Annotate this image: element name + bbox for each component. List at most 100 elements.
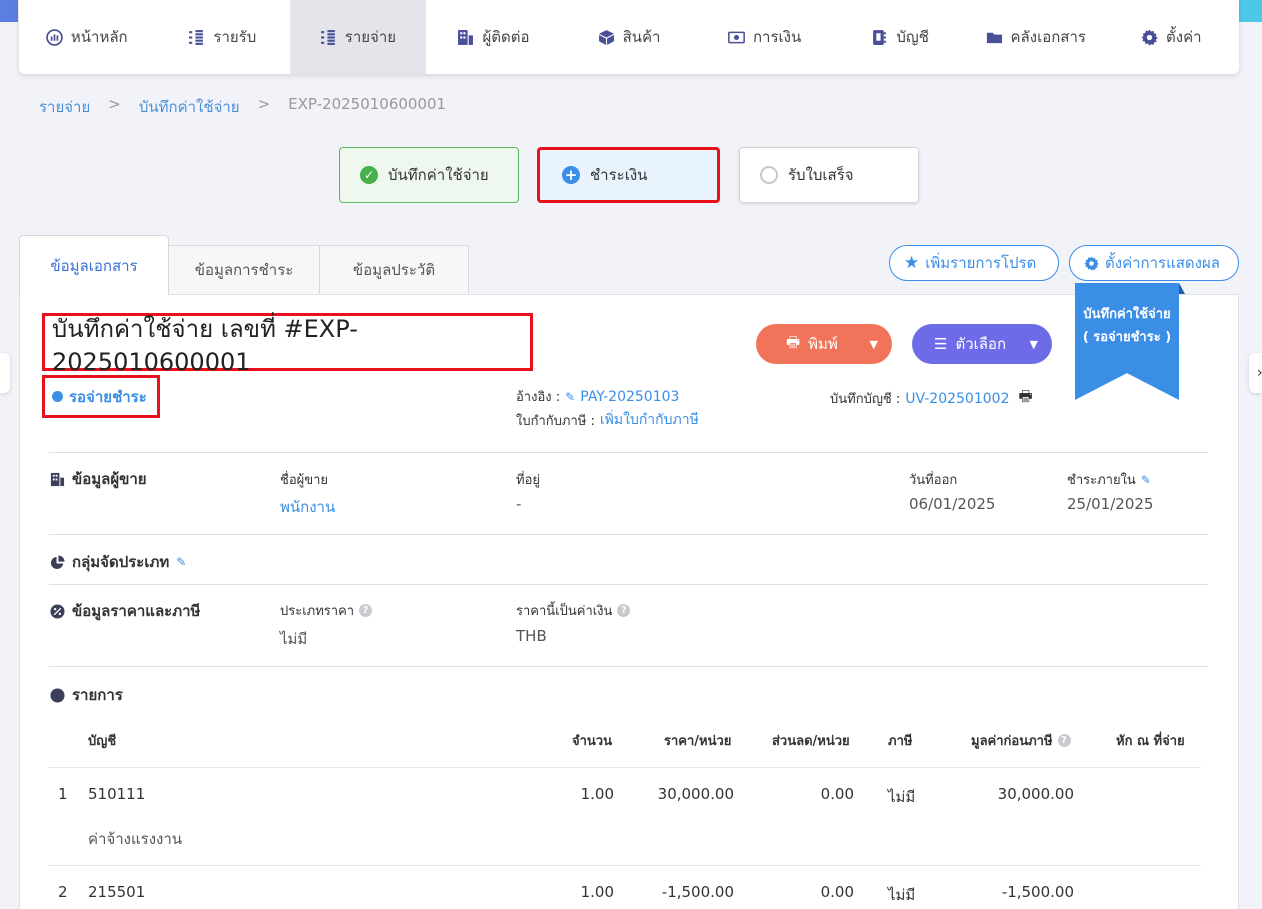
tax-invoice-label: ใบกำกับภาษี : xyxy=(516,413,595,429)
step-expense-record[interactable]: ✓ บันทึกค่าใช้จ่าย xyxy=(339,147,519,203)
row-number: 2 xyxy=(58,883,68,901)
printer-icon[interactable]: 🖶 xyxy=(1018,386,1032,411)
help-icon[interactable]: ? xyxy=(617,604,631,617)
top-navigation: หน้าหลัก รายรับ รายจ่าย ผู้ติดต่อ สินค้า… xyxy=(19,0,1239,74)
pencil-icon[interactable]: ✎ xyxy=(1141,473,1151,487)
nav-item-contacts[interactable]: ผู้ติดต่อ xyxy=(426,0,562,74)
status-label: รอจ่ายชำระ xyxy=(69,387,147,406)
price-type-value: ไม่มี xyxy=(280,630,308,648)
nav-label: รายรับ xyxy=(213,28,257,46)
add-favorite-button[interactable]: ★ เพิ่มรายการโปรด xyxy=(889,245,1059,281)
money-icon xyxy=(728,29,745,46)
category-section-title: กลุ่มจัดประเภท ✎ xyxy=(50,550,186,574)
col-header-pre-tax: มูลค่าก่อนภาษี ? xyxy=(971,730,1071,751)
nav-label: รายจ่าย xyxy=(344,28,397,46)
add-favorite-label: เพิ่มรายการโปรด xyxy=(925,254,1037,272)
due-date-label: ชำระภายใน ✎ xyxy=(1067,469,1151,490)
row-pre-tax: -1,500.00 xyxy=(1001,883,1074,901)
step-label: ชำระเงิน xyxy=(590,166,648,184)
expense-icon xyxy=(320,29,337,46)
print-label: พิมพ์ xyxy=(808,335,838,353)
nav-label: ผู้ติดต่อ xyxy=(482,28,530,46)
corner-accent xyxy=(0,0,18,22)
col-header-unit-price: ราคา/หน่วย xyxy=(664,734,732,749)
printer-icon: 🖶 xyxy=(786,332,801,351)
row-divider xyxy=(49,767,1201,768)
nav-item-documents[interactable]: คลังเอกสาร xyxy=(968,0,1104,74)
breadcrumb-expense-record[interactable]: บันทึกค่าใช้จ่าย xyxy=(139,95,240,119)
print-button[interactable]: 🖶 พิมพ์ ▼ xyxy=(756,324,892,364)
col-header-account: บัญชี xyxy=(88,734,117,749)
pencil-icon[interactable]: ✎ xyxy=(176,555,186,569)
nav-item-products[interactable]: สินค้า xyxy=(561,0,697,74)
tab-document-info[interactable]: ข้อมูลเอกสาร xyxy=(19,235,169,295)
breadcrumb-expense[interactable]: รายจ่าย xyxy=(39,95,90,119)
breadcrumb-separator: > xyxy=(108,95,121,113)
building-icon xyxy=(50,472,65,487)
pencil-icon[interactable]: ✎ xyxy=(565,390,575,404)
nav-label: สินค้า xyxy=(622,28,661,46)
pie-chart-icon xyxy=(50,554,65,570)
reference-label: อ้างอิง : xyxy=(516,390,561,405)
reference-link[interactable]: PAY-20250103 xyxy=(580,389,679,405)
chevron-down-icon: ▼ xyxy=(1029,337,1038,351)
nav-item-accounting[interactable]: บัญชี xyxy=(832,0,968,74)
nav-label: หน้าหลัก xyxy=(70,28,128,46)
display-settings-label: ตั้งค่าการแสดงผล xyxy=(1105,254,1220,272)
help-icon[interactable]: ? xyxy=(359,604,373,617)
nav-label: การเงิน xyxy=(752,28,802,46)
help-icon[interactable]: ? xyxy=(1057,734,1071,747)
step-receive-receipt[interactable]: รับใบเสร็จ xyxy=(739,147,919,203)
nav-item-settings[interactable]: ตั้งค่า xyxy=(1104,0,1240,74)
vendor-section-title: ข้อมูลผู้ขาย xyxy=(50,467,147,491)
col-header-tax: ภาษี xyxy=(888,734,913,749)
due-date-label-text: ชำระภายใน xyxy=(1067,473,1136,488)
col-header-withholding: หัก ณ ที่จ่าย xyxy=(1116,734,1185,749)
tab-payment-info[interactable]: ข้อมูลการชำระ xyxy=(168,245,320,295)
vendor-name-link[interactable]: พนักงาน xyxy=(280,495,335,519)
row-qty: 1.00 xyxy=(580,785,614,803)
breadcrumb-separator: > xyxy=(257,95,271,113)
gear-icon xyxy=(1141,29,1158,46)
price-type-label-text: ประเภทราคา xyxy=(280,604,355,619)
vendor-section-label: ข้อมูลผู้ขาย xyxy=(72,470,147,488)
breadcrumb-current: EXP-2025010600001 xyxy=(288,95,447,113)
row-description: ค่าจ้างแรงงาน xyxy=(88,830,183,848)
status-badge: รอจ่ายชำระ xyxy=(42,375,160,418)
currency-value: THB xyxy=(516,627,547,645)
step-payment[interactable]: + ชำระเงิน xyxy=(537,147,720,203)
check-circle-icon: ✓ xyxy=(360,166,378,184)
step-label: รับใบเสร็จ xyxy=(788,166,854,184)
account-book-icon xyxy=(871,29,888,46)
row-tax: ไม่มี xyxy=(888,886,916,904)
ribbon-line2: ( รอจ่ายชำระ ) xyxy=(1082,330,1172,345)
due-date-value: 25/01/2025 xyxy=(1067,495,1154,513)
document-title: บันทึกค่าใช้จ่าย เลขที่ #EXP-20250106000… xyxy=(42,313,533,376)
ledger-link[interactable]: UV-202501002 xyxy=(905,391,1009,407)
pricing-section-label: ข้อมูลราคาและภาษี xyxy=(72,602,201,620)
corner-accent-right xyxy=(1236,0,1262,22)
tab-history-info[interactable]: ข้อมูลประวัติ xyxy=(319,245,469,295)
nav-item-dashboard[interactable]: หน้าหลัก xyxy=(19,0,155,74)
display-settings-button[interactable]: ตั้งค่าการแสดงผล xyxy=(1069,245,1239,281)
sidebar-collapse-handle[interactable] xyxy=(0,353,10,393)
nav-item-income[interactable]: รายรับ xyxy=(155,0,291,74)
nav-item-finance[interactable]: การเงิน xyxy=(697,0,833,74)
nav-item-expense[interactable]: รายจ่าย xyxy=(290,0,426,74)
product-box-icon xyxy=(598,29,615,46)
options-button[interactable]: ☰ ตัวเลือก ▼ xyxy=(912,324,1052,364)
nav-label: คลังเอกสาร xyxy=(1010,28,1086,46)
col-header-pre-tax-text: มูลค่าก่อนภาษี xyxy=(971,734,1053,749)
items-section-title: รายการ xyxy=(50,683,123,707)
chevron-down-icon: ▼ xyxy=(869,337,878,351)
dot-circle-icon xyxy=(50,687,65,703)
row-qty: 1.00 xyxy=(580,883,614,901)
row-number: 1 xyxy=(58,785,68,803)
divider xyxy=(49,452,1208,453)
percent-badge-icon xyxy=(50,603,65,619)
chevron-right-icon[interactable]: › xyxy=(1249,353,1262,393)
ledger-label: บันทึกบัญชี : xyxy=(830,392,901,407)
add-tax-invoice-link[interactable]: เพิ่มใบกำกับภาษี xyxy=(600,409,699,431)
pricing-section-title: ข้อมูลราคาและภาษี xyxy=(50,599,200,623)
issue-date-value: 06/01/2025 xyxy=(909,495,996,513)
